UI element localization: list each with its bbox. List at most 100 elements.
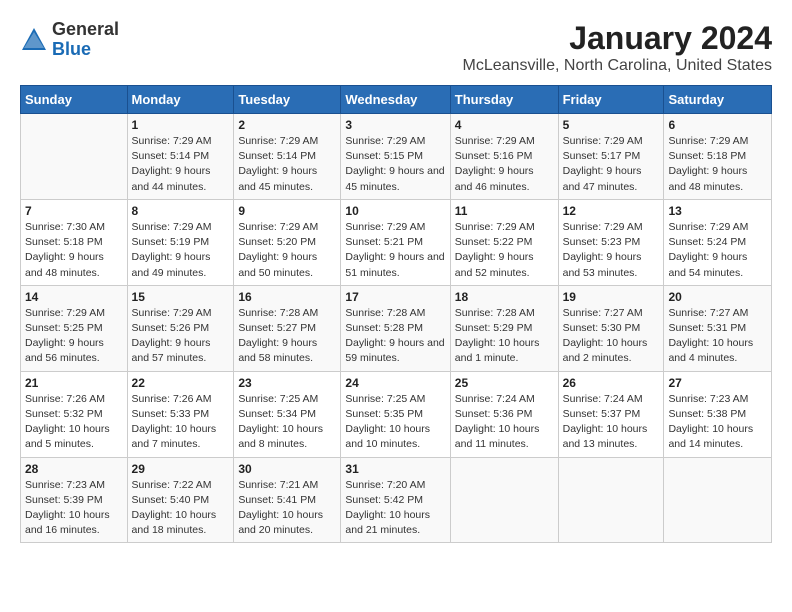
day-number: 31 <box>345 462 445 476</box>
day-cell: 28 Sunrise: 7:23 AMSunset: 5:39 PMDaylig… <box>21 457 128 543</box>
day-info: Sunrise: 7:23 AMSunset: 5:38 PMDaylight:… <box>668 392 767 453</box>
header-wednesday: Wednesday <box>341 86 450 114</box>
day-info: Sunrise: 7:22 AMSunset: 5:40 PMDaylight:… <box>132 478 230 539</box>
day-number: 25 <box>455 376 554 390</box>
day-number: 6 <box>668 118 767 132</box>
day-cell <box>21 114 128 200</box>
day-info: Sunrise: 7:29 AMSunset: 5:26 PMDaylight:… <box>132 306 230 367</box>
day-number: 8 <box>132 204 230 218</box>
day-number: 9 <box>238 204 336 218</box>
day-cell: 17 Sunrise: 7:28 AMSunset: 5:28 PMDaylig… <box>341 285 450 371</box>
day-cell: 11 Sunrise: 7:29 AMSunset: 5:22 PMDaylig… <box>450 199 558 285</box>
day-cell: 16 Sunrise: 7:28 AMSunset: 5:27 PMDaylig… <box>234 285 341 371</box>
day-cell: 27 Sunrise: 7:23 AMSunset: 5:38 PMDaylig… <box>664 371 772 457</box>
day-info: Sunrise: 7:28 AMSunset: 5:27 PMDaylight:… <box>238 306 336 367</box>
day-number: 10 <box>345 204 445 218</box>
day-cell: 7 Sunrise: 7:30 AMSunset: 5:18 PMDayligh… <box>21 199 128 285</box>
day-number: 3 <box>345 118 445 132</box>
day-number: 26 <box>563 376 660 390</box>
week-row-2: 7 Sunrise: 7:30 AMSunset: 5:18 PMDayligh… <box>21 199 772 285</box>
day-number: 4 <box>455 118 554 132</box>
day-info: Sunrise: 7:29 AMSunset: 5:19 PMDaylight:… <box>132 220 230 281</box>
day-number: 24 <box>345 376 445 390</box>
day-cell: 12 Sunrise: 7:29 AMSunset: 5:23 PMDaylig… <box>558 199 664 285</box>
day-cell <box>450 457 558 543</box>
day-cell <box>664 457 772 543</box>
day-number: 22 <box>132 376 230 390</box>
day-cell: 29 Sunrise: 7:22 AMSunset: 5:40 PMDaylig… <box>127 457 234 543</box>
day-info: Sunrise: 7:29 AMSunset: 5:22 PMDaylight:… <box>455 220 554 281</box>
day-info: Sunrise: 7:24 AMSunset: 5:37 PMDaylight:… <box>563 392 660 453</box>
header-saturday: Saturday <box>664 86 772 114</box>
day-info: Sunrise: 7:29 AMSunset: 5:21 PMDaylight:… <box>345 220 445 281</box>
header-thursday: Thursday <box>450 86 558 114</box>
day-cell: 4 Sunrise: 7:29 AMSunset: 5:16 PMDayligh… <box>450 114 558 200</box>
day-number: 20 <box>668 290 767 304</box>
day-cell: 30 Sunrise: 7:21 AMSunset: 5:41 PMDaylig… <box>234 457 341 543</box>
day-info: Sunrise: 7:29 AMSunset: 5:23 PMDaylight:… <box>563 220 660 281</box>
day-number: 11 <box>455 204 554 218</box>
day-number: 13 <box>668 204 767 218</box>
day-cell: 23 Sunrise: 7:25 AMSunset: 5:34 PMDaylig… <box>234 371 341 457</box>
day-info: Sunrise: 7:29 AMSunset: 5:14 PMDaylight:… <box>238 134 336 195</box>
week-row-3: 14 Sunrise: 7:29 AMSunset: 5:25 PMDaylig… <box>21 285 772 371</box>
day-cell: 26 Sunrise: 7:24 AMSunset: 5:37 PMDaylig… <box>558 371 664 457</box>
day-info: Sunrise: 7:29 AMSunset: 5:24 PMDaylight:… <box>668 220 767 281</box>
day-number: 2 <box>238 118 336 132</box>
day-info: Sunrise: 7:24 AMSunset: 5:36 PMDaylight:… <box>455 392 554 453</box>
day-number: 15 <box>132 290 230 304</box>
day-number: 27 <box>668 376 767 390</box>
title-block: January 2024 McLeansville, North Carolin… <box>463 20 772 75</box>
day-info: Sunrise: 7:21 AMSunset: 5:41 PMDaylight:… <box>238 478 336 539</box>
day-info: Sunrise: 7:29 AMSunset: 5:15 PMDaylight:… <box>345 134 445 195</box>
day-info: Sunrise: 7:26 AMSunset: 5:33 PMDaylight:… <box>132 392 230 453</box>
day-cell: 9 Sunrise: 7:29 AMSunset: 5:20 PMDayligh… <box>234 199 341 285</box>
day-number: 1 <box>132 118 230 132</box>
day-info: Sunrise: 7:27 AMSunset: 5:30 PMDaylight:… <box>563 306 660 367</box>
day-info: Sunrise: 7:29 AMSunset: 5:16 PMDaylight:… <box>455 134 554 195</box>
week-row-4: 21 Sunrise: 7:26 AMSunset: 5:32 PMDaylig… <box>21 371 772 457</box>
logo-icon <box>20 26 48 54</box>
day-number: 7 <box>25 204 123 218</box>
logo-blue-text: Blue <box>52 40 119 60</box>
day-number: 21 <box>25 376 123 390</box>
day-info: Sunrise: 7:29 AMSunset: 5:14 PMDaylight:… <box>132 134 230 195</box>
day-number: 16 <box>238 290 336 304</box>
day-info: Sunrise: 7:23 AMSunset: 5:39 PMDaylight:… <box>25 478 123 539</box>
day-number: 5 <box>563 118 660 132</box>
day-info: Sunrise: 7:27 AMSunset: 5:31 PMDaylight:… <box>668 306 767 367</box>
header-monday: Monday <box>127 86 234 114</box>
day-number: 18 <box>455 290 554 304</box>
day-cell: 22 Sunrise: 7:26 AMSunset: 5:33 PMDaylig… <box>127 371 234 457</box>
logo: General Blue <box>20 20 119 60</box>
day-cell: 25 Sunrise: 7:24 AMSunset: 5:36 PMDaylig… <box>450 371 558 457</box>
day-cell: 13 Sunrise: 7:29 AMSunset: 5:24 PMDaylig… <box>664 199 772 285</box>
day-info: Sunrise: 7:28 AMSunset: 5:28 PMDaylight:… <box>345 306 445 367</box>
header-row: Sunday Monday Tuesday Wednesday Thursday… <box>21 86 772 114</box>
header-friday: Friday <box>558 86 664 114</box>
day-info: Sunrise: 7:25 AMSunset: 5:35 PMDaylight:… <box>345 392 445 453</box>
day-info: Sunrise: 7:20 AMSunset: 5:42 PMDaylight:… <box>345 478 445 539</box>
day-number: 12 <box>563 204 660 218</box>
calendar-table: Sunday Monday Tuesday Wednesday Thursday… <box>20 85 772 543</box>
day-cell: 21 Sunrise: 7:26 AMSunset: 5:32 PMDaylig… <box>21 371 128 457</box>
day-number: 17 <box>345 290 445 304</box>
day-cell: 20 Sunrise: 7:27 AMSunset: 5:31 PMDaylig… <box>664 285 772 371</box>
day-number: 19 <box>563 290 660 304</box>
day-cell: 18 Sunrise: 7:28 AMSunset: 5:29 PMDaylig… <box>450 285 558 371</box>
week-row-5: 28 Sunrise: 7:23 AMSunset: 5:39 PMDaylig… <box>21 457 772 543</box>
day-cell: 15 Sunrise: 7:29 AMSunset: 5:26 PMDaylig… <box>127 285 234 371</box>
logo-general-text: General <box>52 20 119 40</box>
header-sunday: Sunday <box>21 86 128 114</box>
day-cell: 6 Sunrise: 7:29 AMSunset: 5:18 PMDayligh… <box>664 114 772 200</box>
day-number: 23 <box>238 376 336 390</box>
day-info: Sunrise: 7:29 AMSunset: 5:20 PMDaylight:… <box>238 220 336 281</box>
week-row-1: 1 Sunrise: 7:29 AMSunset: 5:14 PMDayligh… <box>21 114 772 200</box>
day-cell: 10 Sunrise: 7:29 AMSunset: 5:21 PMDaylig… <box>341 199 450 285</box>
day-number: 30 <box>238 462 336 476</box>
day-info: Sunrise: 7:28 AMSunset: 5:29 PMDaylight:… <box>455 306 554 367</box>
day-cell: 8 Sunrise: 7:29 AMSunset: 5:19 PMDayligh… <box>127 199 234 285</box>
calendar-title: January 2024 <box>463 20 772 57</box>
day-cell: 24 Sunrise: 7:25 AMSunset: 5:35 PMDaylig… <box>341 371 450 457</box>
day-number: 29 <box>132 462 230 476</box>
